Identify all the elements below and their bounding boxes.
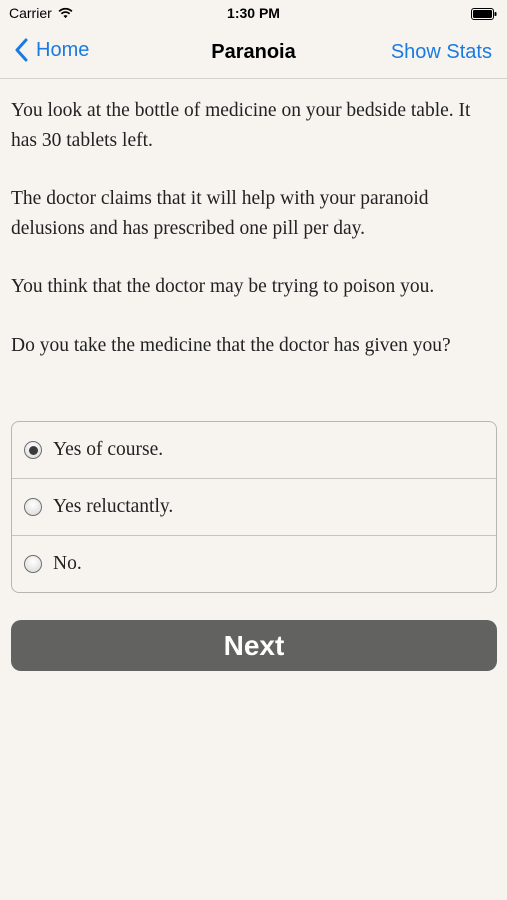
choice-label: No. — [53, 553, 82, 574]
choice-list: Yes of course. Yes reluctantly. No. — [11, 421, 497, 593]
show-stats-button[interactable]: Show Stats — [391, 41, 492, 64]
status-time: 1:30 PM — [227, 5, 280, 21]
back-button[interactable]: Home — [14, 38, 89, 62]
story-paragraph: You look at the bottle of medicine on yo… — [11, 100, 471, 151]
status-bar: Carrier 1:30 PM — [0, 0, 507, 28]
choice-option-yes-reluctantly[interactable]: Yes reluctantly. — [12, 478, 496, 535]
story-paragraph: The doctor claims that it will help with… — [11, 188, 429, 239]
story-text: You look at the bottle of medicine on yo… — [11, 96, 491, 389]
back-button-label: Home — [36, 38, 90, 61]
choice-option-yes-of-course[interactable]: Yes of course. — [12, 422, 496, 478]
battery-icon — [471, 8, 497, 20]
choice-label: Yes of course. — [53, 439, 164, 460]
navigation-bar: Home Paranoia Show Stats — [0, 28, 507, 79]
story-question: Do you take the medicine that the doctor… — [11, 334, 451, 356]
chevron-left-icon — [15, 38, 28, 62]
radio-unselected-icon[interactable] — [24, 498, 42, 516]
choice-option-no[interactable]: No. — [12, 535, 496, 592]
choice-label: Yes reluctantly. — [53, 496, 174, 517]
story-paragraph: You think that the doctor may be trying … — [11, 276, 435, 297]
next-button[interactable]: Next — [11, 620, 497, 671]
radio-selected-icon[interactable] — [24, 441, 42, 459]
radio-unselected-icon[interactable] — [24, 555, 42, 573]
